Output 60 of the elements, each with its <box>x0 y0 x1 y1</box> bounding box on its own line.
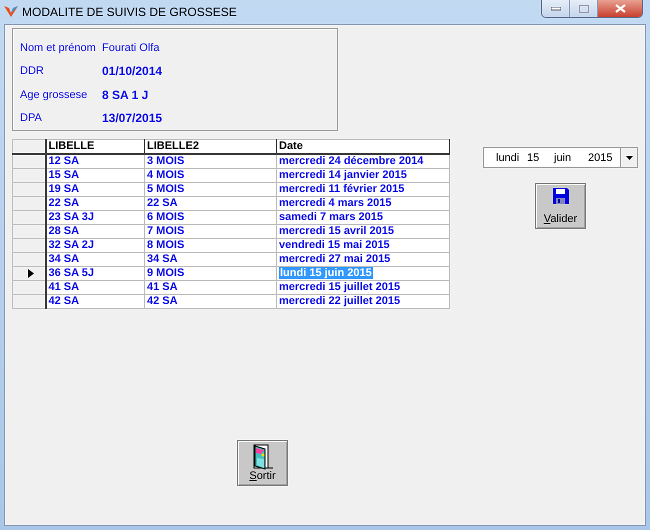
minimize-icon <box>550 6 560 10</box>
date-picker-text: lundi 15 juin 2015 <box>495 152 614 164</box>
table-cell: 22 SA <box>46 196 144 210</box>
table-cell: vendredi 15 mai 2015 <box>276 238 450 252</box>
dropdown-button[interactable] <box>620 148 637 167</box>
table-cell: 9 MOIS <box>144 266 276 280</box>
field-value: 8 SA 1 J <box>102 88 148 102</box>
field-label: DPA <box>20 112 43 124</box>
column-header[interactable]: LIBELLE2 <box>144 140 276 154</box>
table-cell: mercredi 15 juillet 2015 <box>276 280 450 294</box>
row-selector[interactable] <box>12 266 46 280</box>
table-cell: 4 MOIS <box>144 168 276 182</box>
table-cell: 6 MOIS <box>144 210 276 224</box>
maximize-icon <box>578 4 588 12</box>
table-cell: 19 SA <box>46 182 144 196</box>
table-cell: 22 SA <box>144 196 276 210</box>
table-cell: 8 MOIS <box>144 238 276 252</box>
table-cell: mercredi 4 mars 2015 <box>276 196 450 210</box>
table-cell: 5 MOIS <box>144 182 276 196</box>
table-cell: lundi 15 juin 2015 <box>279 267 373 279</box>
field-value: 13/07/2015 <box>102 111 162 126</box>
window-title: MODALITE DE SUIVIS DE GROSSESE <box>22 5 237 19</box>
table-cell: mercredi 15 avril 2015 <box>276 224 450 238</box>
app-icon <box>4 4 18 18</box>
table-cell: 23 SA 3J <box>46 210 144 224</box>
current-row-icon <box>28 269 34 278</box>
table-cell: 41 SA <box>46 280 144 294</box>
save-button[interactable]: Valider <box>535 183 586 229</box>
field-label: DDR <box>20 65 45 78</box>
table-cell: mercredi 22 juillet 2015 <box>276 294 450 308</box>
table-cell: mercredi 11 février 2015 <box>276 182 450 196</box>
exit-door-icon <box>252 444 274 470</box>
table-cell: 42 SA <box>144 294 276 308</box>
field-label: Age grossese <box>20 88 88 101</box>
field-value: Fourati Olfa <box>102 42 160 54</box>
table-cell: 15 SA <box>46 168 144 182</box>
table-cell: mercredi 24 décembre 2014 <box>276 154 450 168</box>
table-cell: 7 MOIS <box>144 224 276 238</box>
table-cell: 34 SA <box>144 252 276 266</box>
field-label: Nom et prénom <box>20 42 97 54</box>
table-cell: 41 SA <box>144 280 276 294</box>
table-cell: 34 SA <box>46 252 144 266</box>
minimize-button[interactable] <box>542 0 570 17</box>
caret-icon <box>626 156 632 160</box>
close-icon <box>614 4 626 13</box>
close-button[interactable] <box>598 0 642 17</box>
table-cell: 36 SA 5J <box>46 266 144 280</box>
exit-button[interactable]: Sortir <box>237 440 288 486</box>
grid-corner <box>12 140 46 154</box>
table-cell: 12 SA <box>46 154 144 168</box>
row-selector[interactable] <box>12 154 46 168</box>
table-cell: 42 SA <box>46 294 144 308</box>
table-cell: 32 SA 2J <box>46 238 144 252</box>
column-header[interactable]: LIBELLE <box>46 140 144 154</box>
table-cell: 28 SA <box>46 224 144 238</box>
table-cell: 3 MOIS <box>144 154 276 168</box>
table-cell: mercredi 14 janvier 2015 <box>276 168 450 182</box>
column-header[interactable]: Date <box>276 140 450 154</box>
table-cell: samedi 7 mars 2015 <box>276 210 450 224</box>
field-value: 01/10/2014 <box>102 64 162 78</box>
